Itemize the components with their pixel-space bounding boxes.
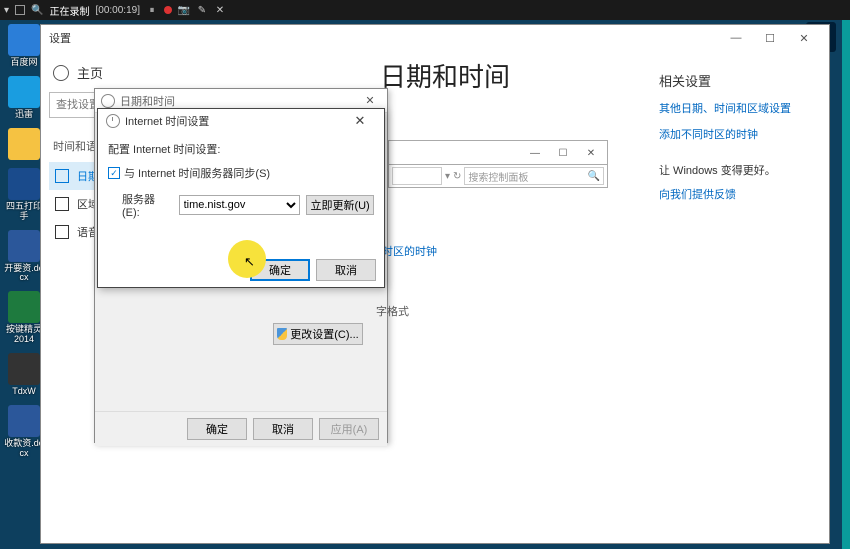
close-icon[interactable]: ✕ xyxy=(359,94,381,107)
desktop-item[interactable]: 百度网 xyxy=(4,24,44,68)
cancel-button[interactable]: 取消 xyxy=(253,418,313,440)
dialog-title: 日期和时间 xyxy=(120,93,175,109)
home-label: 主页 xyxy=(77,63,103,82)
square-icon[interactable] xyxy=(15,5,25,15)
close-rec-icon[interactable]: ✕ xyxy=(214,4,226,16)
desktop-item[interactable]: 按键精灵2014 xyxy=(4,291,44,345)
recording-time: [00:00:19] xyxy=(95,5,139,16)
refresh-icon[interactable]: ↻ xyxy=(453,171,461,182)
desktop-item[interactable] xyxy=(4,128,44,160)
recording-bar: ▾ 🔍 正在录制 [00:00:19] ⏸ 📷 ✎ ✕ xyxy=(0,0,850,20)
server-select[interactable]: time.nist.gov xyxy=(179,195,301,215)
cp-search-box[interactable]: 搜索控制面板🔍 xyxy=(464,167,604,185)
cursor-icon: ↖ xyxy=(244,254,255,270)
desktop-item[interactable]: 迅雷 xyxy=(4,76,44,120)
clock-icon xyxy=(106,114,120,128)
globe-icon xyxy=(55,197,69,211)
pencil-icon[interactable]: ✎ xyxy=(196,4,208,16)
server-label: 服务器(E): xyxy=(122,191,173,219)
maximize-button[interactable]: ☐ xyxy=(753,25,787,51)
cancel-button[interactable]: 取消 xyxy=(316,259,376,281)
settings-titlebar[interactable]: 设置 — ☐ ✕ xyxy=(41,25,829,51)
internet-time-titlebar[interactable]: Internet 时间设置 ✕ xyxy=(98,109,384,133)
related-link-regional[interactable]: 其他日期、时间和区域设置 xyxy=(659,100,821,116)
related-settings: 相关设置 其他日期、时间和区域设置 添加不同时区的时钟 让 Windows 变得… xyxy=(659,51,829,543)
sync-checkbox-row[interactable]: ✓ 与 Internet 时间服务器同步(S) xyxy=(108,165,374,181)
shield-icon xyxy=(277,328,287,340)
cp-close[interactable]: ✕ xyxy=(577,143,605,163)
record-icon[interactable] xyxy=(164,6,172,14)
dialog-title: Internet 时间设置 xyxy=(125,113,209,129)
ok-button[interactable]: 确定 xyxy=(187,418,247,440)
change-settings-button[interactable]: 更改设置(C)... xyxy=(273,323,363,345)
format-text: 字格式 xyxy=(376,303,409,319)
clock-icon xyxy=(101,94,115,108)
edge-decoration xyxy=(842,20,850,549)
close-button[interactable]: ✕ xyxy=(787,25,821,51)
close-icon[interactable]: ✕ xyxy=(344,109,376,133)
dropdown-icon[interactable]: ▾ xyxy=(4,5,9,16)
desktop-item[interactable]: TdxW xyxy=(4,353,44,397)
checkbox-checked-icon[interactable]: ✓ xyxy=(108,167,120,179)
desktop-item[interactable]: 开要资.docx xyxy=(4,230,44,284)
window-title: 设置 xyxy=(49,30,71,46)
related-link-timezone[interactable]: 添加不同时区的时钟 xyxy=(659,126,821,142)
cp-minimize[interactable]: — xyxy=(521,143,549,163)
recording-status: 正在录制 xyxy=(49,3,89,18)
calendar-icon xyxy=(55,169,69,183)
feedback-link[interactable]: 向我们提供反馈 xyxy=(659,186,821,202)
dropdown-icon[interactable]: ▾ xyxy=(445,171,450,182)
dialog-heading: 配置 Internet 时间设置: xyxy=(108,141,374,157)
apply-button[interactable]: 应用(A) xyxy=(319,418,379,440)
sync-label: 与 Internet 时间服务器同步(S) xyxy=(124,165,270,181)
desktop-item[interactable]: 四五打印手 xyxy=(4,168,44,222)
control-panel-toolbar: ▾ ↻ 搜索控制面板🔍 xyxy=(388,164,608,188)
gear-icon xyxy=(53,65,69,81)
desktop-item[interactable]: 收款资.docx xyxy=(4,405,44,459)
mic-icon xyxy=(55,225,69,239)
pause-icon[interactable]: ⏸ xyxy=(146,4,158,16)
cp-maximize[interactable]: ☐ xyxy=(549,143,577,163)
minimize-button[interactable]: — xyxy=(719,25,753,51)
cp-address-bar[interactable] xyxy=(392,167,442,185)
related-title: 相关设置 xyxy=(659,71,821,90)
magnify-icon[interactable]: 🔍 xyxy=(31,5,43,16)
camera-icon[interactable]: 📷 xyxy=(178,4,190,16)
update-now-button[interactable]: 立即更新(U) xyxy=(306,195,374,215)
feedback-heading: 让 Windows 变得更好。 xyxy=(659,162,821,178)
